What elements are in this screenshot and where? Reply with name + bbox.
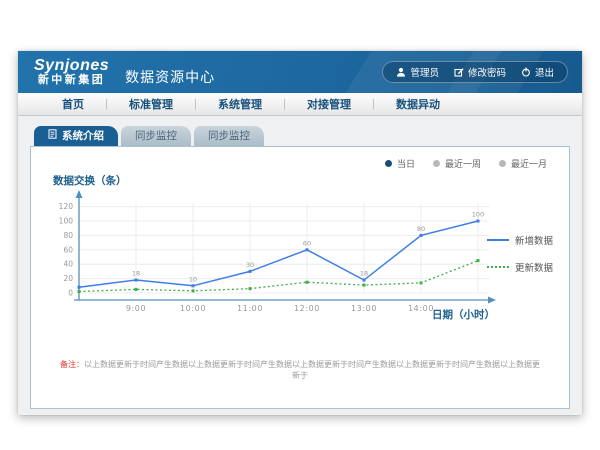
legend-label: 新增数据 — [515, 233, 553, 247]
svg-text:12:00: 12:00 — [294, 304, 320, 313]
main-nav: 首页 标准管理 系统管理 对接管理 数据异动 — [18, 93, 582, 116]
user-toolbar: 管理员 修改密码 退出 — [382, 61, 568, 83]
app-window: Synjones 新中新集团 数据资源中心 管理员 修改密码 退出 — [18, 51, 582, 415]
page-title: 数据资源中心 — [125, 67, 215, 87]
change-password-label: 修改密码 — [468, 65, 506, 79]
range-option-last-week[interactable]: 最近一周 — [433, 157, 481, 170]
company-logo: Synjones 新中新集团 — [34, 58, 109, 86]
logout-button[interactable]: 退出 — [521, 65, 554, 79]
person-icon — [396, 67, 406, 77]
logo-company-text: 新中新集团 — [34, 75, 109, 87]
app-header: Synjones 新中新集团 数据资源中心 管理员 修改密码 退出 — [18, 51, 582, 93]
solid-line-icon — [487, 239, 509, 241]
tab-label: 系统介绍 — [62, 126, 104, 146]
svg-text:40: 40 — [63, 260, 73, 269]
radio-selected-icon — [385, 160, 392, 167]
tab-sync-monitor-1[interactable]: 同步监控 — [121, 126, 191, 146]
range-option-label: 当日 — [397, 157, 415, 170]
tab-label: 同步监控 — [208, 126, 250, 146]
radio-unselected-icon — [499, 160, 506, 167]
svg-text:18: 18 — [132, 270, 140, 278]
legend-label: 更新数据 — [515, 260, 553, 274]
power-icon — [521, 67, 531, 77]
nav-item-data-change[interactable]: 数据异动 — [374, 96, 462, 112]
nav-item-interface-mgmt[interactable]: 对接管理 — [285, 96, 373, 112]
logo-brand-text: Synjones — [34, 58, 109, 75]
svg-text:9:00: 9:00 — [126, 304, 146, 313]
current-user-label: 管理员 — [410, 65, 439, 79]
dotted-line-icon — [487, 266, 509, 268]
legend-item-new-data: 新增数据 — [487, 233, 559, 247]
logout-label: 退出 — [535, 65, 554, 79]
svg-text:60: 60 — [303, 239, 311, 247]
range-option-last-month[interactable]: 最近一月 — [499, 157, 547, 170]
edit-icon — [454, 67, 464, 77]
content-panel: 当日 最近一周 最近一月 数据交换（条） 0 20 40 60 80 100 120 9:00… — [30, 146, 570, 409]
svg-text:14:00: 14:00 — [408, 304, 434, 313]
x-axis-title: 日期（小时） — [432, 307, 495, 322]
series-legend: 新增数据 更新数据 — [487, 233, 559, 287]
svg-text:10:00: 10:00 — [180, 304, 206, 313]
line-chart-svg: 0 20 40 60 80 100 120 9:00 10:00 11:00 12:00 13:00 1… — [39, 189, 499, 324]
time-range-selector: 当日 最近一周 最近一月 — [385, 157, 547, 170]
range-option-label: 最近一周 — [445, 157, 481, 170]
tab-sync-monitor-2[interactable]: 同步监控 — [194, 126, 264, 146]
change-password-button[interactable]: 修改密码 — [454, 65, 506, 79]
legend-item-updated-data: 更新数据 — [487, 260, 559, 274]
current-user-button[interactable]: 管理员 — [396, 65, 439, 79]
tab-label: 同步监控 — [135, 126, 177, 146]
footnote-text: 以上数据更新于时间产生数据以上数据更新于时间产生数据以上数据更新于时间产生数据以… — [84, 360, 540, 380]
line-chart: 0 20 40 60 80 100 120 9:00 10:00 11:00 12:00 13:00 1… — [39, 189, 499, 324]
svg-text:18: 18 — [360, 270, 368, 278]
svg-text:0: 0 — [68, 289, 73, 298]
nav-item-standard-mgmt[interactable]: 标准管理 — [107, 96, 195, 112]
svg-text:13:00: 13:00 — [351, 304, 377, 313]
radio-unselected-icon — [433, 160, 440, 167]
svg-text:30: 30 — [246, 261, 254, 269]
footnote: 备注：以上数据更新于时间产生数据以上数据更新于时间产生数据以上数据更新于时间产生… — [31, 359, 569, 381]
svg-text:100: 100 — [59, 217, 74, 226]
y-axis-title: 数据交换（条） — [53, 173, 127, 188]
svg-text:10: 10 — [189, 275, 197, 283]
svg-text:20: 20 — [63, 274, 73, 283]
svg-text:100: 100 — [472, 211, 484, 219]
svg-text:11:00: 11:00 — [237, 304, 263, 313]
range-option-today[interactable]: 当日 — [385, 157, 415, 170]
svg-text:80: 80 — [417, 225, 425, 233]
nav-item-system-mgmt[interactable]: 系统管理 — [196, 96, 284, 112]
svg-text:120: 120 — [59, 202, 74, 211]
document-icon — [48, 126, 57, 146]
tab-bar: 系统介绍 同步监控 同步监控 — [34, 126, 582, 146]
tab-system-intro[interactable]: 系统介绍 — [34, 126, 118, 146]
svg-text:80: 80 — [63, 231, 73, 240]
svg-text:60: 60 — [63, 245, 73, 254]
range-option-label: 最近一月 — [511, 157, 547, 170]
footnote-label: 备注： — [60, 360, 84, 369]
nav-item-home[interactable]: 首页 — [40, 96, 106, 112]
